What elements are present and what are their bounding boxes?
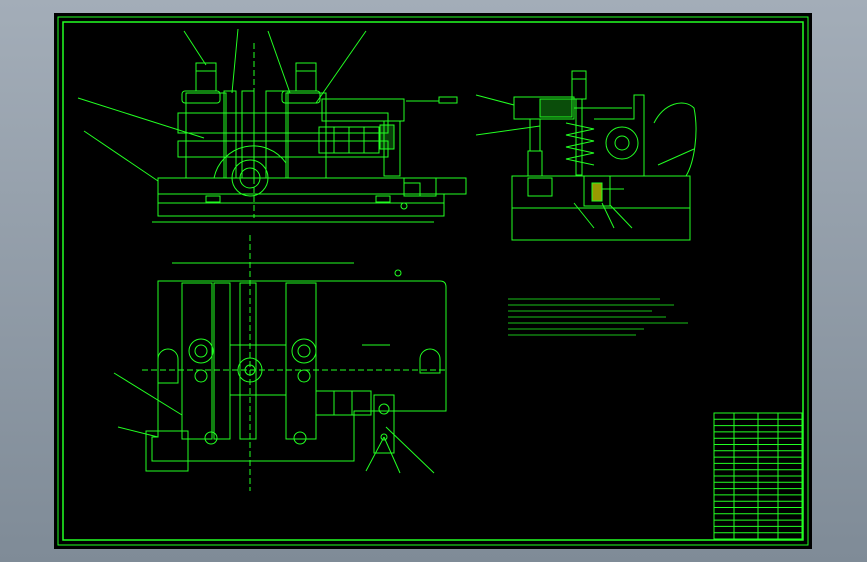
front-nut-right: [295, 62, 317, 92]
side-spring: [565, 122, 595, 166]
drawing-canvas: [57, 16, 809, 546]
front-nut-left: [195, 62, 217, 92]
side-view: [475, 70, 697, 241]
plan-nut-left: [188, 338, 214, 364]
plan-nut-right: [291, 338, 317, 364]
side-nut: [571, 70, 587, 100]
technical-notes: [508, 298, 688, 336]
plan-view: [113, 235, 447, 491]
cad-viewport[interactable]: [0, 0, 867, 562]
front-post-left: [185, 92, 227, 179]
drawing-sheet[interactable]: [54, 13, 812, 549]
front-post-right: [285, 92, 327, 179]
front-view: [77, 28, 467, 223]
title-block: [713, 412, 803, 540]
plan-base-outline: [151, 280, 447, 462]
